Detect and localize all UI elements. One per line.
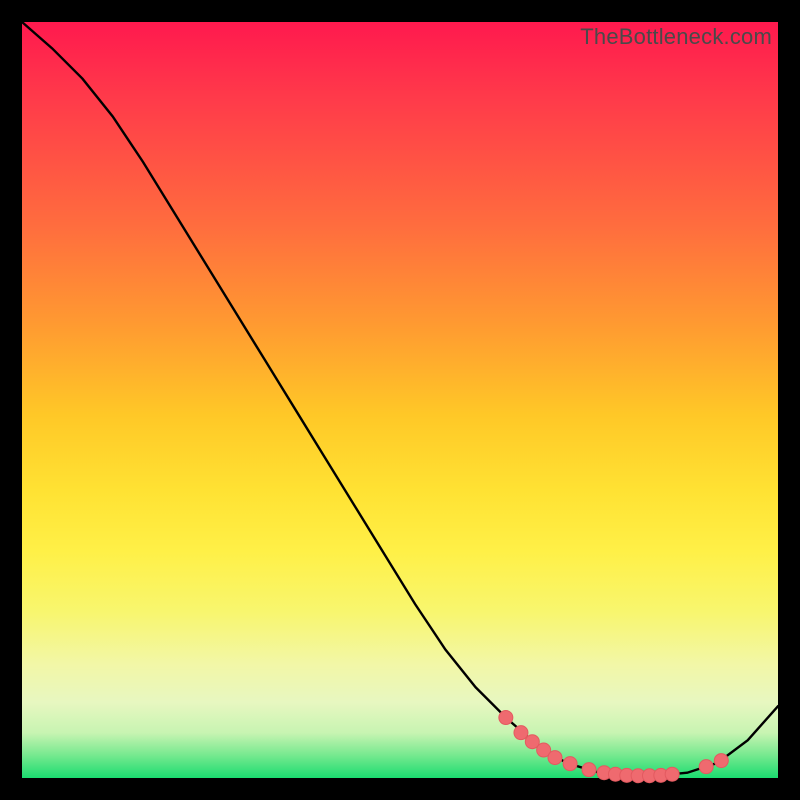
curve-marker [563,757,577,771]
curve-marker [714,754,728,768]
curve-marker [582,763,596,777]
curve-marker [499,711,513,725]
chart-container: TheBottleneck.com [0,0,800,800]
plot-area: TheBottleneck.com [22,22,778,778]
curve-line [22,22,778,776]
curve-marker [699,760,713,774]
curve-markers [499,711,728,783]
curve-marker [514,726,528,740]
curve-marker [548,751,562,765]
curve-svg [22,22,778,778]
curve-marker [665,767,679,781]
